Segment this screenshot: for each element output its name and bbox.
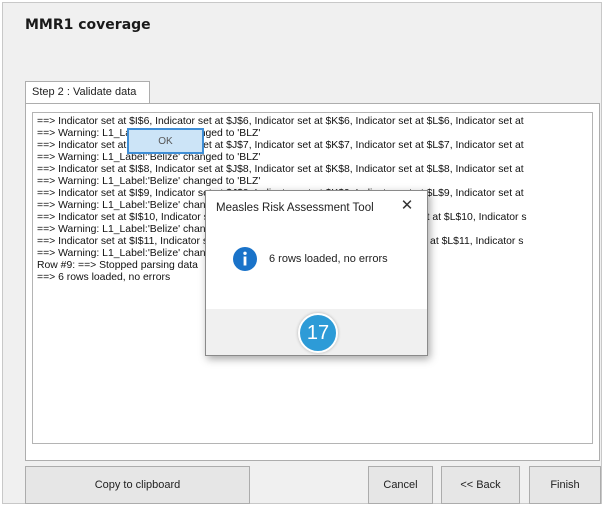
- log-line: ==> Indicator set at $I$6, Indicator set…: [37, 116, 524, 127]
- message-box-title: Measles Risk Assessment Tool: [216, 202, 374, 214]
- ok-button[interactable]: OK: [127, 128, 204, 154]
- window-title: MMR1 coverage: [25, 17, 151, 33]
- copy-to-clipboard-button[interactable]: Copy to clipboard: [25, 466, 250, 504]
- log-line: ==> Indicator set at $I$7, Indicator set…: [37, 140, 524, 151]
- finish-button[interactable]: Finish: [529, 466, 601, 504]
- info-icon: [233, 247, 257, 271]
- log-line: ==> Warning: L1_Label:'Belize' changed t…: [37, 128, 261, 139]
- cancel-button[interactable]: Cancel: [368, 466, 433, 504]
- close-icon[interactable]: ✕: [399, 198, 415, 214]
- back-button[interactable]: << Back: [441, 466, 520, 504]
- log-line: ==> Indicator set at $I$8, Indicator set…: [37, 164, 524, 175]
- log-line: ==> Warning: L1_Label:'Belize' changed t…: [37, 176, 261, 187]
- tab-validate-data[interactable]: Step 2 : Validate data: [25, 81, 150, 103]
- log-line: ==> Warning: L1_Label:'Belize' changed t…: [37, 152, 261, 163]
- message-text: 6 rows loaded, no errors: [269, 253, 388, 265]
- step-number-badge: 17: [298, 313, 338, 353]
